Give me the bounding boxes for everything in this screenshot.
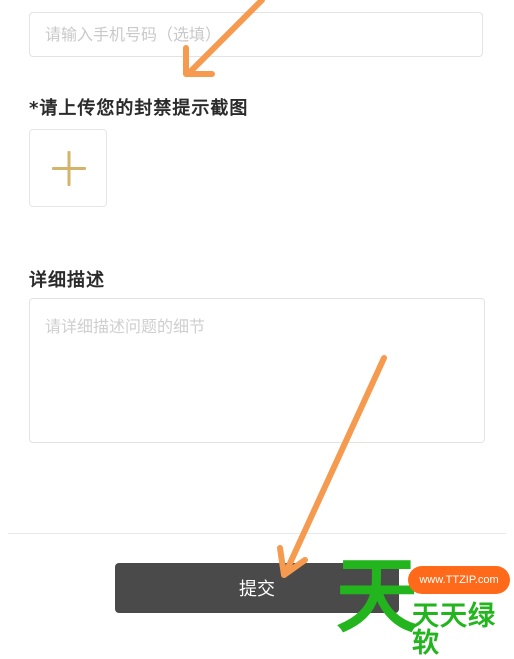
plus-icon (52, 151, 86, 186)
detail-description-field[interactable] (29, 298, 485, 443)
phone-input-field[interactable] (29, 12, 483, 57)
watermark-url-badge: www.TTZIP.com (408, 566, 510, 594)
watermark-logo-char: 天 (336, 549, 419, 644)
detail-description-label: 详细描述 (29, 270, 105, 291)
upload-screenshot-button[interactable] (29, 129, 107, 207)
watermark-site-name: 天天绿软 (412, 601, 496, 659)
screenshot-upload-label: *请上传您的封禁提示截图 (29, 98, 249, 119)
phone-input[interactable] (30, 13, 482, 56)
detail-description-input[interactable] (30, 299, 484, 442)
footer-divider (8, 533, 506, 534)
